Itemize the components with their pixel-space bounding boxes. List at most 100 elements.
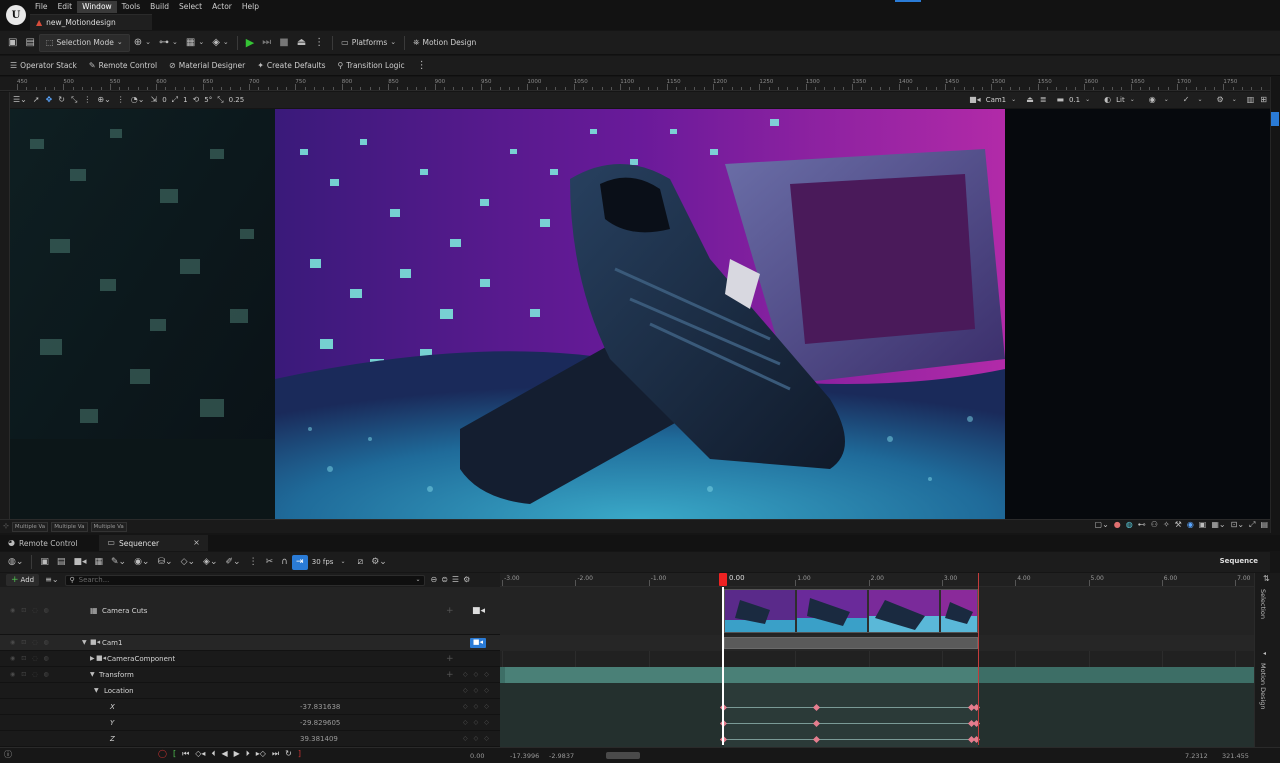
menu-tools[interactable]: Tools	[117, 1, 145, 13]
multiple-values-chip-1[interactable]: Multiple Va	[11, 521, 49, 532]
rotation-snap-step[interactable]: 1	[181, 96, 189, 104]
lock-icon[interactable]: ⊡	[21, 671, 26, 678]
expand-arrow-icon[interactable]: ▶	[90, 655, 95, 662]
record-icon[interactable]: ◯	[158, 750, 167, 758]
menu-help[interactable]: Help	[237, 1, 264, 13]
step-button[interactable]: ⏭	[258, 34, 275, 52]
filter-icon[interactable]: ≡⌄	[45, 576, 58, 584]
transition-logic-button[interactable]: ⚲ Transition Logic	[332, 57, 411, 75]
solo-icon[interactable]: ◌	[32, 607, 37, 614]
rotation-snap-icon[interactable]: ⤢	[169, 96, 181, 104]
pin-icon[interactable]: ⊹	[3, 523, 9, 530]
add-keyframe-icon[interactable]: ◇	[474, 719, 479, 726]
menu-select[interactable]: Select	[174, 1, 207, 13]
play-reverse-icon[interactable]: ◀	[221, 750, 227, 758]
world-space-icon[interactable]: ⊕⌄	[94, 96, 113, 104]
tools-icon[interactable]: ✎⌄	[107, 557, 130, 567]
play-options-button[interactable]: ⋮	[310, 34, 328, 52]
gear-icon[interactable]: ⚙	[463, 576, 470, 584]
rotate-tool-icon[interactable]: ↻	[55, 96, 68, 104]
menu-edit[interactable]: Edit	[53, 1, 78, 13]
bone-icon[interactable]: ⚒	[1175, 521, 1182, 529]
viewport-menu-icon[interactable]: ☰⌄	[10, 96, 30, 104]
next-key-icon[interactable]: ◇	[484, 735, 489, 742]
frame-icon[interactable]: ▢⌄	[1095, 521, 1109, 529]
browse-icon[interactable]: ▤	[53, 557, 70, 567]
project-tab[interactable]: ▲ new_Motiondesign	[30, 14, 152, 30]
eye-icon[interactable]: ◉	[10, 639, 15, 646]
multiple-values-chip-2[interactable]: Multiple Va	[51, 521, 88, 532]
time-ruler[interactable]: -3.00 -2.00 -1.00 1.00 2.00 3.00 4.00 5.00 6.00 7…	[500, 573, 1254, 587]
step-back-icon[interactable]: ⏴	[211, 750, 215, 758]
unreal-logo-icon[interactable]: U	[6, 5, 26, 25]
track-location-y[interactable]: Y -29.829605 ◇ ◇ ◇	[0, 715, 500, 731]
grid-snap-value[interactable]: 0	[160, 96, 168, 104]
settings-dropdown[interactable]: ⚙ ⌄	[1210, 93, 1244, 107]
platforms-button[interactable]: ▭ Platforms ⌄	[337, 34, 400, 52]
mute-icon[interactable]: ◍	[44, 671, 49, 678]
sort-icon[interactable]: ⇅	[1263, 575, 1270, 583]
operator-stack-button[interactable]: ☰ Operator Stack	[4, 57, 83, 75]
stop-button[interactable]: ■	[275, 34, 292, 52]
blueprint-button[interactable]: ⊶ ⌄	[155, 34, 182, 52]
gamepad-icon[interactable]: ⚇	[1151, 521, 1158, 529]
lock-icon[interactable]: ⊡	[21, 607, 26, 614]
details-panel-collapsed[interactable]	[1270, 77, 1280, 533]
menu-window[interactable]: Window	[77, 0, 117, 13]
camera-cut-section[interactable]	[724, 589, 978, 633]
grid-snap-icon[interactable]: ⇲	[147, 96, 160, 104]
curve-editor-icon[interactable]: ⧄	[353, 557, 367, 567]
list-icon[interactable]: ☰	[452, 576, 459, 584]
expand-arrow-icon[interactable]: ▼	[82, 639, 87, 646]
expand-arrow-icon[interactable]: ▼	[94, 687, 99, 694]
prev-key-icon[interactable]: ◇	[463, 703, 468, 710]
jump-end-icon[interactable]: ⏭	[272, 750, 279, 758]
gear-icon[interactable]: ⚙⌄	[367, 557, 391, 567]
cinematics-button[interactable]: ▦ ⌄	[182, 34, 208, 52]
track-transform[interactable]: ◉ ⊡ ◌ ◍ ▼ Transform + ◇ ◇ ◇	[0, 667, 500, 683]
timeline-area[interactable]	[500, 587, 1254, 747]
scale-tool-icon[interactable]: ⤡	[68, 96, 80, 104]
camera-toggle-icon[interactable]: ■◂	[470, 637, 486, 648]
more-vertical-icon[interactable]: ⋮	[114, 96, 128, 104]
eject-button[interactable]: ⏏	[293, 34, 310, 52]
next-key-icon[interactable]: ◇	[484, 719, 489, 726]
toolbar2-more-button[interactable]: ⋮	[411, 57, 433, 75]
solo-icon[interactable]: ◌	[32, 671, 37, 678]
magnet-icon[interactable]: ∩	[277, 557, 292, 567]
info-icon[interactable]: ⓘ	[4, 751, 12, 759]
translate-tool-icon[interactable]: ✥	[43, 96, 56, 104]
fullscreen-icon[interactable]: ⤢	[1249, 521, 1255, 529]
current-time-field[interactable]: 0.00	[470, 752, 484, 760]
next-key-icon[interactable]: ▸◇	[256, 750, 266, 758]
multiple-values-chip-3[interactable]: Multiple Va	[90, 521, 127, 532]
add-keyframe-icon[interactable]: ◇	[474, 735, 479, 742]
add-keyframe-icon[interactable]: ◇	[474, 671, 479, 678]
lock-icon[interactable]: ⊡	[21, 655, 26, 662]
prev-key-icon[interactable]: ◇	[463, 687, 468, 694]
add-key-icon[interactable]: +	[446, 606, 454, 616]
prev-key-icon[interactable]: ◇	[463, 719, 468, 726]
arrow-left-icon[interactable]: ◂	[1263, 651, 1266, 657]
motion-design-button[interactable]: ⛯ Motion Design	[409, 34, 480, 52]
play-button[interactable]: ▶	[242, 34, 258, 52]
save-button[interactable]: ▣	[4, 34, 21, 52]
split-icon[interactable]: ▤	[1260, 521, 1268, 529]
prev-key-icon[interactable]: ◇	[463, 735, 468, 742]
fx-icon[interactable]: ✧	[1163, 521, 1170, 529]
close-icon[interactable]: ×	[193, 539, 200, 547]
track-location-z[interactable]: Z 39.381409 ◇ ◇ ◇	[0, 731, 500, 747]
color-icon[interactable]: ●	[1114, 521, 1121, 529]
transform-section[interactable]	[505, 667, 978, 683]
track-location-x[interactable]: X -37.831638 ◇ ◇ ◇	[0, 699, 500, 715]
menu-actor[interactable]: Actor	[207, 1, 237, 13]
side-tab-motion-design[interactable]: Motion Design	[1259, 663, 1267, 710]
next-key-icon[interactable]: ◇	[484, 703, 489, 710]
selection-mode-dropdown[interactable]: ⬚ Selection Mode ⌄	[38, 33, 130, 52]
track-camera-cuts[interactable]: ◉ ⊡ ◌ ◍ ▦ Camera Cuts + ■◂	[0, 587, 500, 635]
pin-icon[interactable]: ✂	[262, 557, 278, 567]
mute-icon[interactable]: ◍	[44, 639, 49, 646]
realtime-icon[interactable]: ◍	[1126, 521, 1133, 529]
show-flags-dropdown[interactable]: ◉ ⌄	[1142, 93, 1176, 107]
view-start-field[interactable]: -17.3996	[510, 752, 539, 760]
